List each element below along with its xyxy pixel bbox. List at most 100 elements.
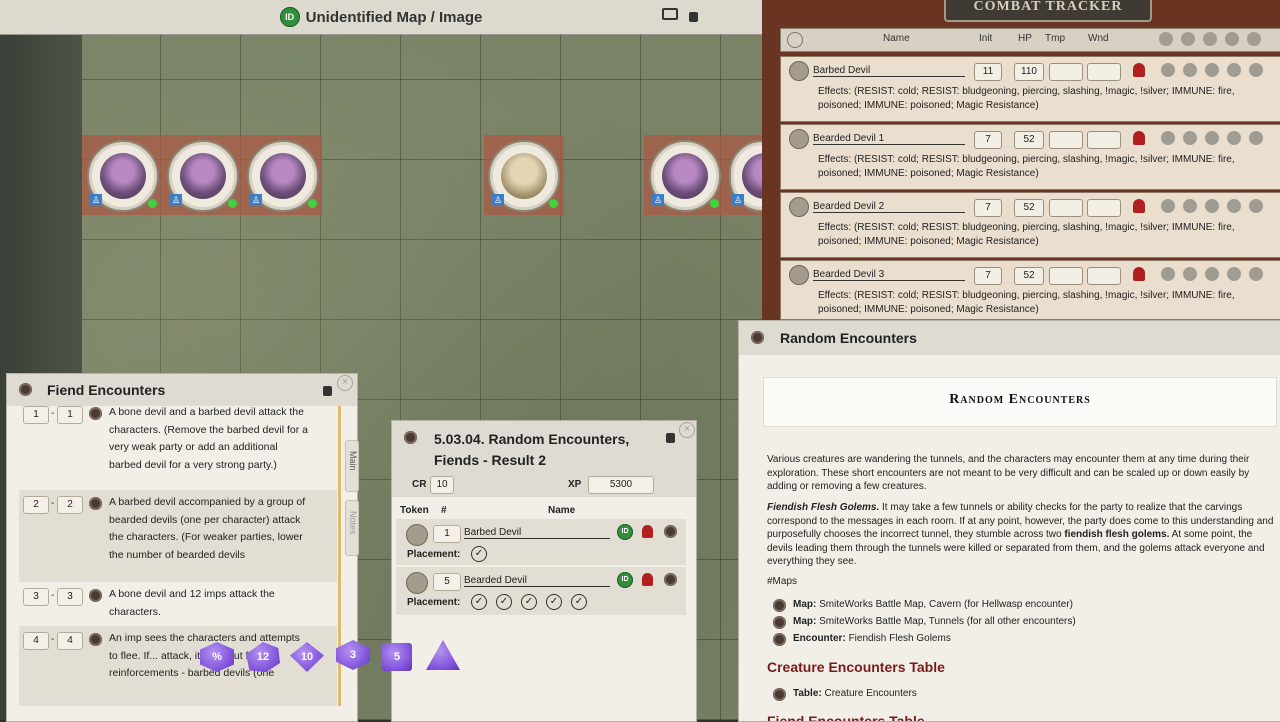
ct-wnd[interactable]	[1087, 267, 1121, 285]
id-badge-icon[interactable]: ID	[617, 572, 633, 588]
entry-count[interactable]: 1	[433, 525, 461, 543]
entry-name[interactable]: Barbed Devil	[464, 527, 610, 539]
defense-icon[interactable]	[1183, 199, 1197, 213]
roll-to[interactable]: 2	[57, 496, 83, 514]
ct-hp[interactable]: 52	[1014, 131, 1044, 149]
target-icon[interactable]	[1161, 267, 1175, 281]
ct-wnd[interactable]	[1087, 199, 1121, 217]
ct-row-name[interactable]: Bearded Devil 1	[813, 133, 965, 145]
ct-row-name[interactable]: Bearded Devil 3	[813, 269, 965, 281]
window-titlebar[interactable]: 5.03.04. Random Encounters, Fiends - Res…	[392, 421, 696, 497]
lock-icon[interactable]	[323, 386, 332, 396]
spells-icon[interactable]	[1205, 131, 1219, 145]
effects-icon[interactable]	[1227, 267, 1241, 281]
ct-tmp[interactable]	[1049, 63, 1083, 81]
defense-filter-icon[interactable]	[1181, 32, 1195, 46]
options-icon[interactable]	[1249, 131, 1263, 145]
faction-foe-icon[interactable]	[1133, 267, 1145, 281]
window-titlebar[interactable]: Random Encounters	[739, 321, 1280, 355]
ct-tmp[interactable]	[1049, 199, 1083, 217]
link-icon[interactable]	[773, 688, 786, 701]
creature-token-icon[interactable]	[789, 129, 809, 149]
ct-hp[interactable]: 110	[1014, 63, 1044, 81]
spells-icon[interactable]	[1205, 199, 1219, 213]
lock-icon[interactable]	[666, 433, 675, 443]
combat-tracker[interactable]: COMBAT TRACKER Name Init HP Tmp Wnd Barb…	[762, 0, 1280, 320]
ct-init[interactable]: 11	[974, 63, 1002, 81]
roll-from[interactable]: 1	[23, 406, 49, 424]
ct-wnd[interactable]	[1087, 63, 1121, 81]
table-body[interactable]: 1 - 1 A bone devil and a barbed devil at…	[7, 406, 337, 721]
row-result-text[interactable]: A barbed devil accompanied by a group of…	[109, 494, 309, 564]
faction-foe-icon[interactable]	[1133, 131, 1145, 145]
target-icon[interactable]	[1161, 63, 1175, 77]
share-icon[interactable]	[662, 8, 678, 20]
link-map-tunnels[interactable]: Map: SmiteWorks Battle Map, Tunnels (for…	[793, 616, 1076, 627]
entry-count[interactable]: 5	[433, 573, 461, 591]
roll-to[interactable]: 3	[57, 588, 83, 606]
faction-foe-icon[interactable]	[642, 573, 653, 586]
map-titlebar[interactable]: ID Unidentified Map / Image	[0, 0, 762, 35]
effects-filter-icon[interactable]	[1225, 32, 1239, 46]
ct-row-name[interactable]: Barbed Devil	[813, 65, 965, 77]
ct-init[interactable]: 7	[974, 267, 1002, 285]
effects-icon[interactable]	[1227, 63, 1241, 77]
link-icon[interactable]	[773, 616, 786, 629]
ct-hp[interactable]: 52	[1014, 267, 1044, 285]
window-titlebar[interactable]: Fiend Encounters ×	[7, 374, 357, 406]
encounter-result-window[interactable]: 5.03.04. Random Encounters, Fiends - Res…	[391, 420, 697, 722]
tab-main[interactable]: Main	[345, 440, 359, 492]
ct-init[interactable]: 7	[974, 131, 1002, 149]
id-badge-icon[interactable]: ID	[617, 524, 633, 540]
ct-row[interactable]: Bearded Devil 2 7 52 Effects: (RESIST: c…	[780, 192, 1280, 258]
faction-foe-icon[interactable]	[1133, 63, 1145, 77]
placement-check-icon[interactable]: ✓	[471, 546, 487, 562]
window-menu-icon[interactable]	[19, 383, 32, 396]
spells-icon[interactable]	[1205, 267, 1219, 281]
cr-value[interactable]: 10	[430, 476, 454, 494]
ct-init[interactable]: 7	[974, 199, 1002, 217]
target-icon[interactable]	[1161, 131, 1175, 145]
row-menu-icon[interactable]	[89, 497, 102, 510]
link-icon[interactable]	[773, 633, 786, 646]
window-menu-icon[interactable]	[751, 331, 764, 344]
lock-icon[interactable]	[689, 12, 698, 22]
link-map-cavern[interactable]: Map: SmiteWorks Battle Map, Cavern (for …	[793, 599, 1073, 610]
link-creature-table[interactable]: Table: Creature Encounters	[793, 688, 917, 699]
roll-to[interactable]: 1	[57, 406, 83, 424]
spells-icon[interactable]	[1205, 63, 1219, 77]
defense-icon[interactable]	[1183, 63, 1197, 77]
effects-icon[interactable]	[1227, 199, 1241, 213]
effects-icon[interactable]	[1227, 131, 1241, 145]
placement-check-icon[interactable]: ✓	[571, 594, 587, 610]
defense-icon[interactable]	[1183, 131, 1197, 145]
row-result-text[interactable]: A bone devil and 12 imps attack the char…	[109, 586, 309, 621]
window-menu-icon[interactable]	[404, 431, 417, 444]
faction-foe-icon[interactable]	[642, 525, 653, 538]
ct-wnd[interactable]	[1087, 131, 1121, 149]
placement-check-icon[interactable]: ✓	[471, 594, 487, 610]
creature-token-icon[interactable]	[789, 265, 809, 285]
ct-row-name[interactable]: Bearded Devil 2	[813, 201, 965, 213]
row-menu-icon[interactable]	[89, 407, 102, 420]
faction-foe-icon[interactable]	[1133, 199, 1145, 213]
row-menu-icon[interactable]	[89, 633, 102, 646]
creature-token-icon[interactable]	[406, 524, 428, 546]
target-filter-icon[interactable]	[1159, 32, 1173, 46]
options-icon[interactable]	[1249, 199, 1263, 213]
target-icon[interactable]	[1161, 199, 1175, 213]
ct-row[interactable]: Bearded Devil 1 7 52 Effects: (RESIST: c…	[780, 124, 1280, 190]
roll-from[interactable]: 3	[23, 588, 49, 606]
d6-die-icon[interactable]: 5	[382, 643, 412, 671]
close-icon[interactable]: ×	[679, 422, 695, 438]
options-icon[interactable]	[1249, 267, 1263, 281]
placement-check-icon[interactable]: ✓	[521, 594, 537, 610]
row-menu-icon[interactable]	[89, 589, 102, 602]
close-icon[interactable]: ×	[337, 375, 353, 391]
tab-notes[interactable]: Notes	[345, 500, 359, 556]
entry-menu-icon[interactable]	[664, 525, 677, 538]
link-encounter-golems[interactable]: Encounter: Fiendish Flesh Golems	[793, 633, 951, 644]
random-encounters-window[interactable]: Random Encounters Random Encounters Vari…	[738, 320, 1280, 722]
entry-menu-icon[interactable]	[664, 573, 677, 586]
placement-check-icon[interactable]: ✓	[496, 594, 512, 610]
